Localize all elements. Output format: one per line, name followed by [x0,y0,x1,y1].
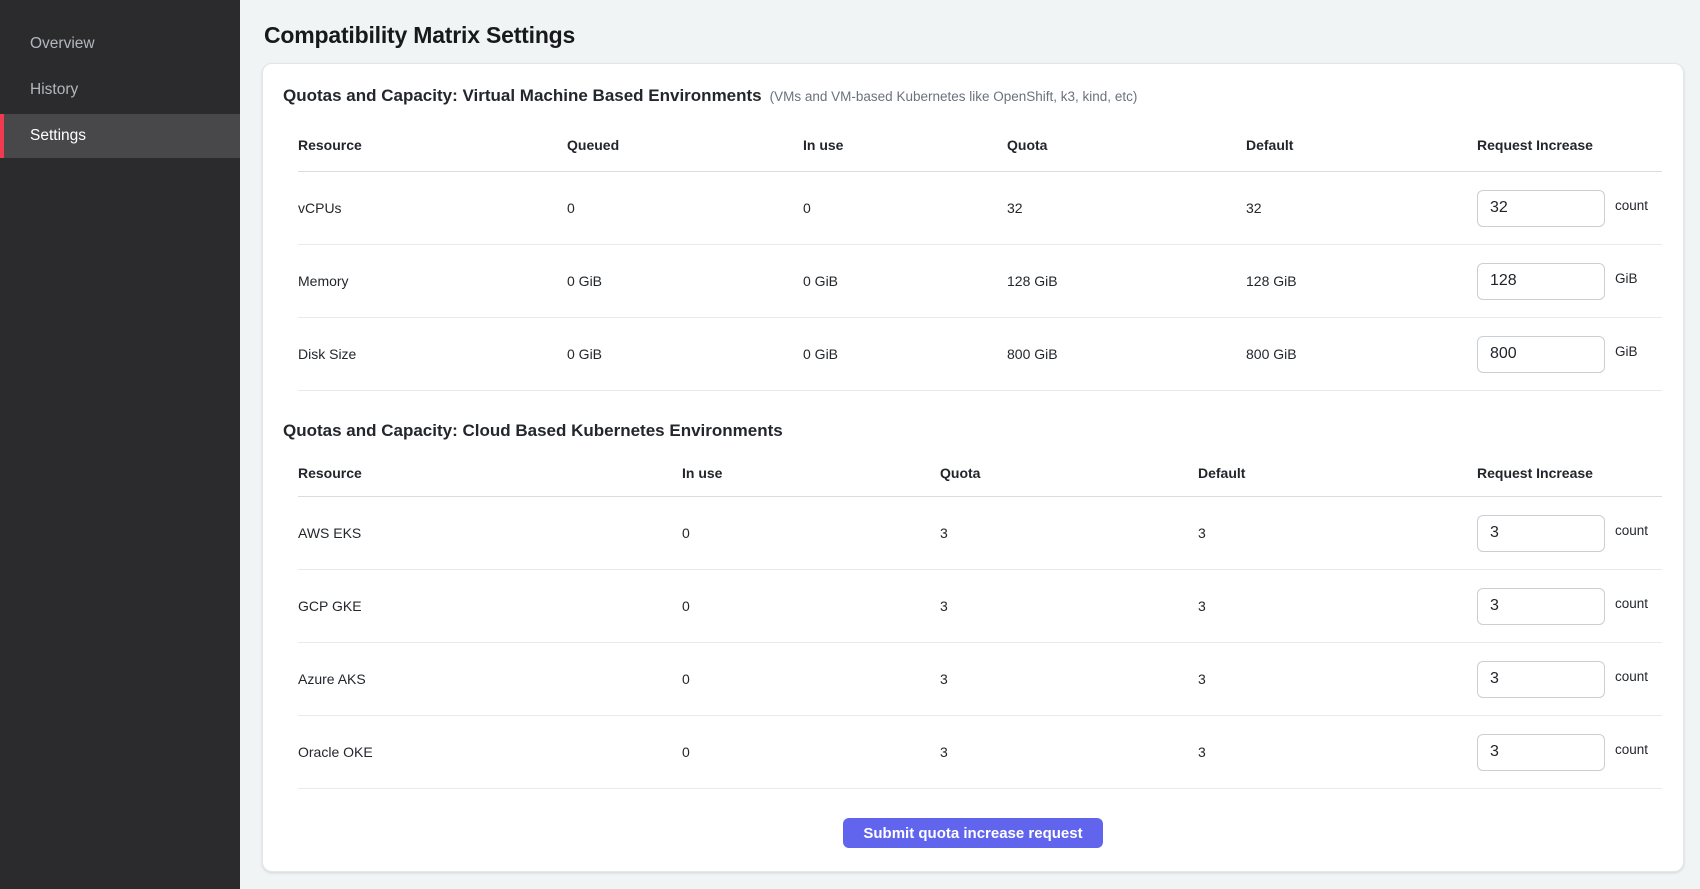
request-increase-input[interactable] [1477,190,1605,227]
unit-label: count [1615,523,1648,538]
request-increase-cell: count [1477,661,1662,698]
section-heading-row: Quotas and Capacity: Virtual Machine Bas… [283,86,1663,106]
value-cell: 0 GiB [567,273,803,289]
section-subtitle: (VMs and VM-based Kubernetes like OpenSh… [770,89,1138,104]
value-cell: 0 GiB [567,346,803,362]
resource-cell: vCPUs [298,200,567,216]
request-increase-cell: GiB [1477,336,1662,373]
table-row: Disk Size0 GiB0 GiB800 GiB800 GiBGiB [298,318,1662,391]
table-row: AWS EKS033count [298,497,1662,570]
sidebar-item-settings[interactable]: Settings [0,114,240,158]
unit-label: count [1615,596,1648,611]
value-cell: 3 [1198,671,1477,687]
request-increase-input[interactable] [1477,661,1605,698]
value-cell: 3 [940,671,1198,687]
resource-cell: Disk Size [298,346,567,362]
sidebar-item-label: Settings [30,127,86,145]
request-increase-cell: GiB [1477,263,1662,300]
table-row: Oracle OKE033count [298,716,1662,789]
request-increase-cell: count [1477,588,1662,625]
column-header: In use [682,465,940,481]
column-header: Default [1246,137,1477,153]
column-header: Default [1198,465,1477,481]
resource-cell: AWS EKS [298,525,682,541]
value-cell: 0 GiB [803,346,1007,362]
resource-cell: Oracle OKE [298,744,682,760]
resource-cell: GCP GKE [298,598,682,614]
quota-table-1: ResourceIn useQuotaDefaultRequest Increa… [298,449,1662,789]
request-increase-input[interactable] [1477,734,1605,771]
unit-label: count [1615,742,1648,757]
resource-cell: Memory [298,273,567,289]
unit-label: count [1615,198,1648,213]
value-cell: 3 [1198,598,1477,614]
page-title: Compatibility Matrix Settings [264,20,1684,50]
request-increase-input[interactable] [1477,515,1605,552]
value-cell: 3 [940,744,1198,760]
column-header: In use [803,137,1007,153]
settings-card: Quotas and Capacity: Virtual Machine Bas… [262,63,1684,872]
value-cell: 0 [682,525,940,541]
value-cell: 3 [1198,525,1477,541]
sidebar-item-history[interactable]: History [0,68,240,112]
value-cell: 0 [567,200,803,216]
value-cell: 3 [1198,744,1477,760]
submit-row: Submit quota increase request [283,818,1663,848]
table-row: vCPUs003232count [298,172,1662,245]
sidebar-item-label: History [30,81,78,99]
request-increase-cell: count [1477,734,1662,771]
value-cell: 128 GiB [1246,273,1477,289]
column-header: Resource [298,137,567,153]
sidebar-item-overview[interactable]: Overview [0,22,240,66]
section-heading: Quotas and Capacity: Cloud Based Kuberne… [283,421,783,441]
value-cell: 0 GiB [803,273,1007,289]
value-cell: 0 [682,744,940,760]
quota-table-0: ResourceQueuedIn useQuotaDefaultRequest … [298,118,1662,391]
value-cell: 3 [940,525,1198,541]
submit-quota-button[interactable]: Submit quota increase request [843,818,1102,848]
value-cell: 32 [1007,200,1246,216]
value-cell: 128 GiB [1007,273,1246,289]
request-increase-cell: count [1477,515,1662,552]
column-header: Resource [298,465,682,481]
resource-cell: Azure AKS [298,671,682,687]
value-cell: 0 [682,598,940,614]
quota-section-1: Quotas and Capacity: Cloud Based Kuberne… [283,421,1663,789]
table-header-row: ResourceIn useQuotaDefaultRequest Increa… [298,449,1662,497]
request-increase-input[interactable] [1477,336,1605,373]
column-header: Request Increase [1477,137,1662,153]
unit-label: GiB [1615,271,1638,286]
unit-label: count [1615,669,1648,684]
value-cell: 0 [682,671,940,687]
main-content: Compatibility Matrix Settings Quotas and… [240,0,1700,889]
section-heading: Quotas and Capacity: Virtual Machine Bas… [283,86,762,106]
request-increase-cell: count [1477,190,1662,227]
sidebar-nav: Overview History Settings [0,22,240,158]
sections: Quotas and Capacity: Virtual Machine Bas… [283,86,1663,789]
table-row: Memory0 GiB0 GiB128 GiB128 GiBGiB [298,245,1662,318]
section-heading-row: Quotas and Capacity: Cloud Based Kuberne… [283,421,1663,441]
column-header: Queued [567,137,803,153]
table-row: Azure AKS033count [298,643,1662,716]
value-cell: 3 [940,598,1198,614]
table-header-row: ResourceQueuedIn useQuotaDefaultRequest … [298,118,1662,172]
value-cell: 32 [1246,200,1477,216]
request-increase-input[interactable] [1477,263,1605,300]
request-increase-input[interactable] [1477,588,1605,625]
table-row: GCP GKE033count [298,570,1662,643]
column-header: Request Increase [1477,465,1662,481]
quota-section-0: Quotas and Capacity: Virtual Machine Bas… [283,86,1663,391]
value-cell: 800 GiB [1246,346,1477,362]
column-header: Quota [1007,137,1246,153]
column-header: Quota [940,465,1198,481]
sidebar-item-label: Overview [30,35,95,53]
value-cell: 800 GiB [1007,346,1246,362]
sidebar: Overview History Settings [0,0,240,889]
value-cell: 0 [803,200,1007,216]
unit-label: GiB [1615,344,1638,359]
